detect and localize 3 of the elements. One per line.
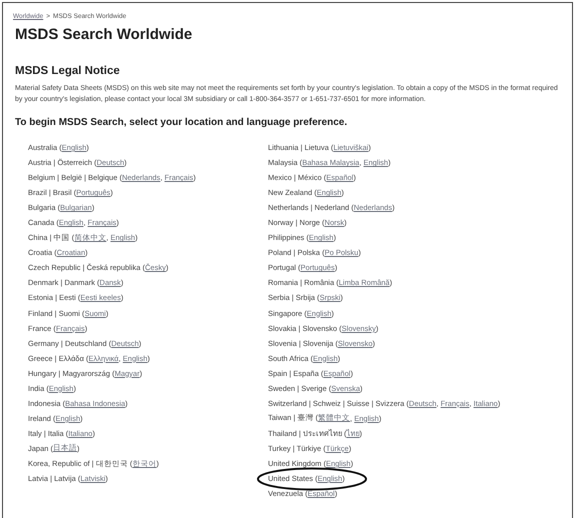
section-heading: To begin MSDS Search, select your location and language preference. — [15, 117, 348, 128]
page-title: MSDS Search Worldwide — [15, 26, 194, 43]
notice-heading: MSDS Legal Notice — [15, 65, 121, 77]
